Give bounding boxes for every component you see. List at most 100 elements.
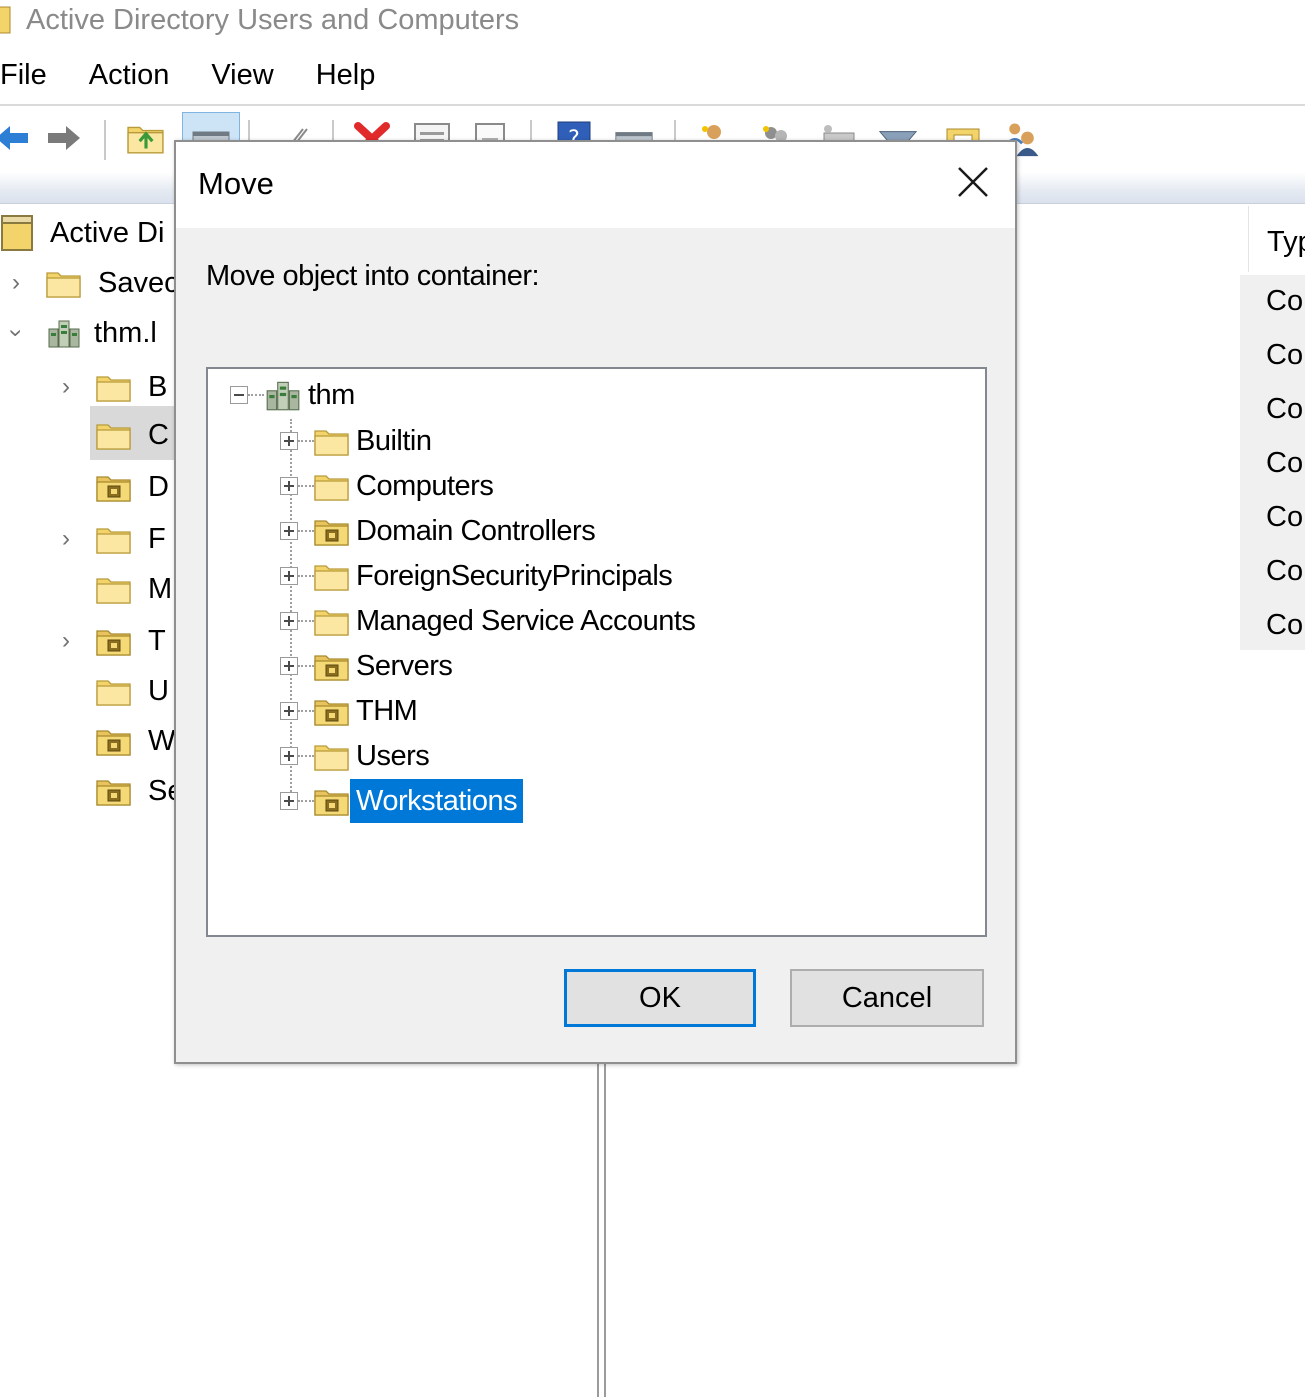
menu-help[interactable]: Help — [295, 59, 397, 92]
domain-icon — [46, 317, 82, 349]
tree-item-label: Savec — [98, 266, 179, 299]
tree-node-label: Servers — [356, 650, 453, 682]
tree-node-managed-service-accounts[interactable]: Managed Service Accounts — [280, 599, 701, 643]
folder-icon — [96, 675, 132, 707]
list-cell[interactable]: Co — [1266, 393, 1303, 426]
menu-divider — [0, 104, 1305, 106]
folder-icon — [96, 573, 132, 605]
tree-item-domain-controllers[interactable]: D — [96, 462, 169, 512]
expand-icon[interactable] — [280, 522, 298, 540]
tree-node-domain-controllers[interactable]: Domain Controllers — [280, 509, 601, 553]
chevron-down-icon[interactable]: › — [2, 323, 30, 343]
list-cell[interactable]: Co — [1266, 285, 1303, 318]
ou-folder-icon — [314, 649, 350, 683]
tree-node-thm-ou[interactable]: THM — [280, 689, 423, 733]
column-header-type[interactable]: Typ — [1248, 206, 1305, 272]
expand-icon[interactable] — [280, 747, 298, 765]
toolbar-separator — [104, 120, 106, 160]
tree-node-builtin[interactable]: Builtin — [280, 419, 438, 463]
list-cell[interactable]: Co — [1266, 555, 1303, 588]
domain-icon — [264, 376, 302, 414]
ou-folder-icon — [96, 471, 132, 503]
tree-item-builtin[interactable]: › B — [56, 362, 167, 412]
tree-item-workstations[interactable]: W — [96, 716, 175, 766]
expand-icon[interactable] — [280, 657, 298, 675]
list-cell[interactable]: Co — [1266, 609, 1303, 642]
up-folder-icon[interactable] — [126, 118, 166, 158]
tree-item-saved-queries[interactable]: › Savec — [6, 258, 179, 308]
app-icon — [0, 6, 11, 34]
collapse-icon[interactable] — [230, 386, 248, 404]
list-cell[interactable]: Co — [1266, 447, 1303, 480]
folder-icon — [96, 419, 132, 451]
tree-connector — [298, 800, 314, 802]
tree-node-label: Domain Controllers — [356, 515, 596, 547]
details-list: Co Co Co Co Co Co Co — [1240, 275, 1305, 650]
chevron-right-icon[interactable]: › — [56, 373, 76, 401]
expand-icon[interactable] — [280, 567, 298, 585]
tree-root-node[interactable]: Active Di — [0, 208, 164, 258]
tree-connector — [298, 620, 314, 622]
window-title: Active Directory Users and Computers — [26, 3, 520, 36]
ou-folder-icon — [314, 694, 350, 728]
list-cell[interactable]: Co — [1266, 501, 1303, 534]
expand-icon[interactable] — [280, 477, 298, 495]
pane-splitter[interactable] — [597, 1062, 606, 1397]
menu-action[interactable]: Action — [68, 59, 191, 92]
menu-file[interactable]: File — [0, 59, 68, 92]
chevron-right-icon[interactable]: › — [56, 627, 76, 655]
menu-view[interactable]: View — [190, 59, 294, 92]
folder-icon — [314, 604, 350, 638]
tree-item-servers[interactable]: Se — [96, 766, 183, 816]
expand-icon[interactable] — [280, 612, 298, 630]
chevron-right-icon[interactable]: › — [6, 269, 26, 297]
container-tree[interactable]: thm Builtin Computers Domain Controllers… — [206, 367, 987, 937]
cancel-button[interactable]: Cancel — [790, 969, 984, 1027]
forward-arrow-icon[interactable] — [44, 118, 84, 158]
tree-node-users[interactable]: Users — [280, 734, 435, 778]
expand-icon[interactable] — [280, 702, 298, 720]
tree-item-label: D — [148, 470, 169, 503]
tree-connector — [298, 440, 314, 442]
tree-item-thm[interactable]: › T — [56, 616, 166, 666]
folder-icon — [314, 739, 350, 773]
tree-node-foreign-security-principals[interactable]: ForeignSecurityPrincipals — [280, 554, 678, 598]
tree-item-domain[interactable]: › thm.l — [3, 308, 157, 358]
tree-node-label: ForeignSecurityPrincipals — [356, 560, 673, 592]
tree-item-label: T — [148, 624, 166, 657]
tree-node-label-selected: Workstations — [350, 779, 524, 823]
expand-icon[interactable] — [280, 792, 298, 810]
ou-folder-icon — [314, 514, 350, 548]
tree-node-workstations[interactable]: Workstations — [280, 779, 524, 823]
dialog-prompt: Move object into container: — [206, 260, 540, 292]
dialog-title: Move — [198, 166, 274, 201]
tree-item-managed-service-accounts[interactable]: M — [96, 564, 172, 614]
tree-connector — [298, 575, 314, 577]
tree-connector — [298, 530, 314, 532]
tree-node-thm[interactable]: thm — [230, 373, 361, 417]
tree-item-label: C — [148, 418, 169, 451]
tree-item-computers[interactable]: C — [96, 410, 169, 460]
ou-folder-icon — [96, 725, 132, 757]
tree-root-label: Active Di — [50, 216, 165, 249]
tree-node-servers[interactable]: Servers — [280, 644, 458, 688]
folder-icon — [314, 469, 350, 503]
close-icon[interactable] — [953, 162, 993, 202]
tree-connector — [248, 394, 264, 396]
dialog-title-bar: Move — [176, 142, 1015, 228]
back-arrow-icon[interactable] — [0, 118, 32, 158]
tree-item-label: U — [148, 674, 169, 707]
tree-item-foreign-security-principals[interactable]: › F — [56, 514, 166, 564]
tree-item-users[interactable]: U — [96, 666, 169, 716]
tree-connector — [298, 485, 314, 487]
folder-icon — [46, 267, 82, 299]
expand-icon[interactable] — [280, 432, 298, 450]
ok-button[interactable]: OK — [564, 969, 756, 1027]
list-cell[interactable]: Co — [1266, 339, 1303, 372]
menu-bar: File Action View Help — [0, 50, 1305, 100]
chevron-right-icon[interactable]: › — [56, 525, 76, 553]
ou-folder-icon — [314, 784, 350, 818]
tree-node-computers[interactable]: Computers — [280, 464, 499, 508]
tree-node-label: thm — [308, 379, 355, 411]
tree-node-label: Computers — [356, 470, 494, 502]
